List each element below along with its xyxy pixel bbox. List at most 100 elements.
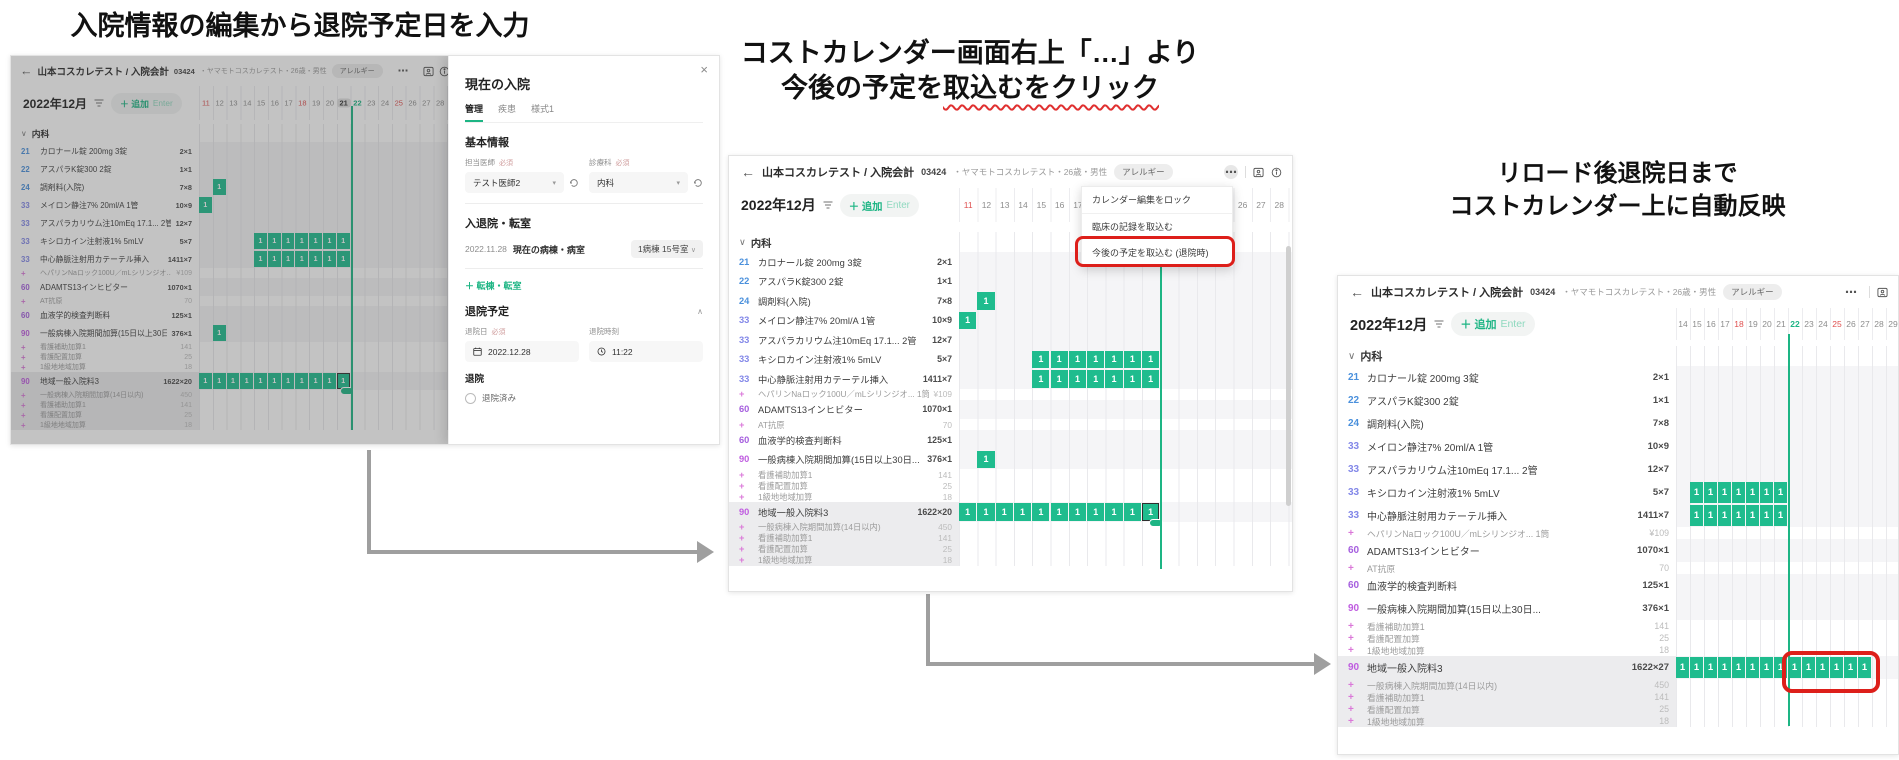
calendar-cell-day-17[interactable]: 1 <box>1068 350 1087 368</box>
tab-disease[interactable]: 疾患 <box>498 102 516 122</box>
cost-subrow[interactable]: + 看護補助加算1 141 <box>729 532 1292 544</box>
doctor-select[interactable]: テスト医師2 ▾ <box>465 172 564 193</box>
cost-row[interactable]: 33 中心静脈注射用カテーテル挿入 1411×7 1 1 1 1 1 1 1 <box>1338 504 1898 527</box>
cost-row[interactable]: 33 アスパラカリウム注10mEq 17.1... 2管 12×7 <box>1338 458 1898 481</box>
cost-row[interactable]: 90 一般病棟入院期間加算(15日以上30日... 376×1 <box>1338 597 1898 620</box>
date-header-day-26[interactable]: 26 <box>1234 200 1252 210</box>
tab-form1[interactable]: 様式1 <box>531 102 554 122</box>
tab-management[interactable]: 管理 <box>465 102 484 122</box>
cost-subrow[interactable]: +1級地地域加算 18 <box>729 491 1292 502</box>
calendar-cell-day-16[interactable]: 1 <box>1050 370 1068 388</box>
calendar-cell-day-21[interactable]: 1 <box>1142 503 1164 527</box>
date-header-day-11[interactable]: 11 <box>959 200 977 210</box>
calendar-cell-day-11[interactable]: 1 <box>959 503 977 521</box>
cost-subrow[interactable]: +1級地地域加算 18 <box>1338 715 1898 727</box>
row-grid[interactable]: 1111111 <box>959 349 1292 369</box>
calendar-cell-day-20[interactable]: 1 <box>1760 482 1773 503</box>
discharge-date-input[interactable]: 2022.12.28 <box>465 341 579 362</box>
date-header-day-27[interactable]: 27 <box>1252 200 1270 210</box>
calendar-cell-day-19[interactable]: 1 <box>1746 482 1759 503</box>
menu-item-lock-calendar[interactable]: カレンダー編集をロック <box>1082 187 1232 214</box>
date-header-day-28[interactable]: 28 <box>1872 319 1886 329</box>
history-icon[interactable] <box>693 178 703 188</box>
calendar-cell-day-18[interactable]: 1 <box>1087 503 1105 521</box>
scrollbar[interactable] <box>1286 246 1291 506</box>
calendar-cell-day-18[interactable]: 1 <box>1087 350 1105 368</box>
filter-icon[interactable] <box>1434 320 1444 328</box>
cost-row[interactable]: 60 血液学的検査判断料 125×1 <box>1338 574 1898 597</box>
cost-row[interactable]: 21 カロナール錠 200mg 3錠 2×1 <box>1338 366 1898 389</box>
row-grid[interactable]: 1 <box>959 291 1292 311</box>
calendar-cell-day-17[interactable]: 1 <box>1068 503 1087 521</box>
info-icon[interactable] <box>1271 167 1282 178</box>
calendar-cell-day-17[interactable]: 1 <box>1718 505 1731 526</box>
cost-row[interactable]: 90 一般病棟入院期間加算(15日以上30日... 376×1 1 <box>729 449 1292 469</box>
cost-row[interactable]: 60 ADAMTS13インヒビター 1070×1 <box>1338 539 1898 562</box>
calendar-cell-day-15[interactable]: 1 <box>1032 503 1050 521</box>
date-header-day-16[interactable]: 16 <box>1051 200 1069 210</box>
more-menu-button[interactable]: ⋯ <box>1224 165 1238 179</box>
calendar-cell-day-20[interactable]: 1 <box>1123 370 1141 388</box>
date-header-day-20[interactable]: 20 <box>1760 319 1774 329</box>
date-header-day-15[interactable]: 15 <box>1032 200 1050 210</box>
date-header-day-24[interactable]: 24 <box>1816 319 1830 329</box>
department-select[interactable]: 内科 ▾ <box>589 172 688 193</box>
calendar-cell-day-14[interactable]: 1 <box>1676 657 1689 678</box>
calendar-cell-day-21[interactable]: 1 <box>1142 350 1160 368</box>
cost-row[interactable]: 33 メイロン静注7% 20ml/A 1管 10×9 1 <box>729 310 1292 330</box>
date-header-day-16[interactable]: 16 <box>1704 319 1718 329</box>
date-header-day-18[interactable]: 18 <box>1732 319 1746 329</box>
calendar-cell-day-16[interactable]: 1 <box>1704 482 1717 503</box>
calendar-cell-day-19[interactable]: 1 <box>1746 657 1759 678</box>
calendar-cell-day-20[interactable]: 1 <box>1760 505 1773 526</box>
calendar-cell-day-21[interactable]: 1 <box>1774 482 1787 503</box>
date-header-day-12[interactable]: 12 <box>977 200 995 210</box>
cost-row[interactable]: 33 キシロカイン注射液1% 5mLV 5×7 1 1 1 1 1 1 1 <box>729 349 1292 369</box>
cost-subrow[interactable]: + 看護配置加算 25 <box>1338 703 1898 715</box>
calendar-cell-day-19[interactable]: 1 <box>1746 505 1759 526</box>
calendar-cell-day-19[interactable]: 1 <box>1105 350 1123 368</box>
date-header-day-19[interactable]: 19 <box>1746 319 1760 329</box>
cost-subrow[interactable]: + 看護補助加算1 141 <box>729 469 1292 480</box>
cost-subrow[interactable]: + ヘパリンNaロック100U／mLシリンジオ... 1筒 ¥109 <box>1338 527 1898 539</box>
collapse-icon[interactable]: ∧ <box>697 307 703 316</box>
date-header-day-21[interactable]: 21 <box>1774 319 1788 329</box>
cost-subrow[interactable]: + AT抗原 70 <box>729 419 1292 430</box>
row-grid[interactable] <box>959 330 1292 350</box>
cost-row[interactable]: 33 中心静脈注射用カテーテル挿入 1411×7 1 1 1 1 1 1 1 <box>729 369 1292 389</box>
discharge-time-input[interactable]: 11:22 <box>589 341 703 362</box>
ward-room-select[interactable]: 1病棟 15号室 ∨ <box>630 240 703 258</box>
date-header-day-17[interactable]: 17 <box>1718 319 1732 329</box>
add-button[interactable]: ＋ 追加 Enter <box>1451 312 1535 336</box>
row-grid[interactable]: 1 <box>959 310 1292 330</box>
calendar-cell-day-21[interactable]: 1 <box>1142 370 1160 388</box>
calendar-cell-day-12[interactable]: 1 <box>977 292 995 310</box>
calendar-cell-day-20[interactable]: 1 <box>1123 503 1141 521</box>
calendar-cell-day-15[interactable]: 1 <box>1032 370 1050 388</box>
patient-card-icon[interactable] <box>1253 167 1264 178</box>
calendar-cell-day-16[interactable]: 1 <box>1050 350 1068 368</box>
calendar-cell-day-16[interactable]: 1 <box>1050 503 1068 521</box>
cost-row[interactable]: 90 地域一般入院料3 1622×20 1 1 1 1 1 1 1 1 1 1 1 <box>729 502 1292 527</box>
cost-row[interactable]: 22 アスパラK錠300 2錠 1×1 <box>1338 389 1898 412</box>
date-header-day-13[interactable]: 13 <box>996 200 1014 210</box>
cost-row[interactable]: 22 アスパラK錠300 2錠 1×1 <box>729 271 1292 291</box>
cost-row[interactable]: 24 調剤料(入院) 7×8 1 <box>729 291 1292 311</box>
calendar-cell-day-16[interactable]: 1 <box>1704 505 1717 526</box>
cost-row[interactable]: 60 ADAMTS13インヒビター 1070×1 <box>729 399 1292 419</box>
history-icon[interactable] <box>569 178 579 188</box>
date-header-day-23[interactable]: 23 <box>1802 319 1816 329</box>
date-header-day-14[interactable]: 14 <box>1676 319 1690 329</box>
date-header-day-14[interactable]: 14 <box>1014 200 1032 210</box>
calendar-cell-day-19[interactable]: 1 <box>1105 503 1123 521</box>
cost-subrow[interactable]: + ヘパリンNaロック100U／mLシリンジオ... 1筒 ¥109 <box>729 388 1292 400</box>
date-header-day-29[interactable]: 29 <box>1288 200 1292 210</box>
calendar-cell-day-15[interactable]: 1 <box>1690 505 1703 526</box>
calendar-cell-day-20[interactable]: 1 <box>1760 657 1773 678</box>
row-grid[interactable]: 1111111 <box>959 369 1292 389</box>
row-grid[interactable] <box>959 399 1292 419</box>
add-button[interactable]: ＋ 追加 Enter <box>839 193 919 217</box>
cost-subrow[interactable]: + 看護補助加算1 141 <box>1338 620 1898 632</box>
filter-icon[interactable] <box>823 201 833 209</box>
row-grid[interactable] <box>959 271 1292 291</box>
